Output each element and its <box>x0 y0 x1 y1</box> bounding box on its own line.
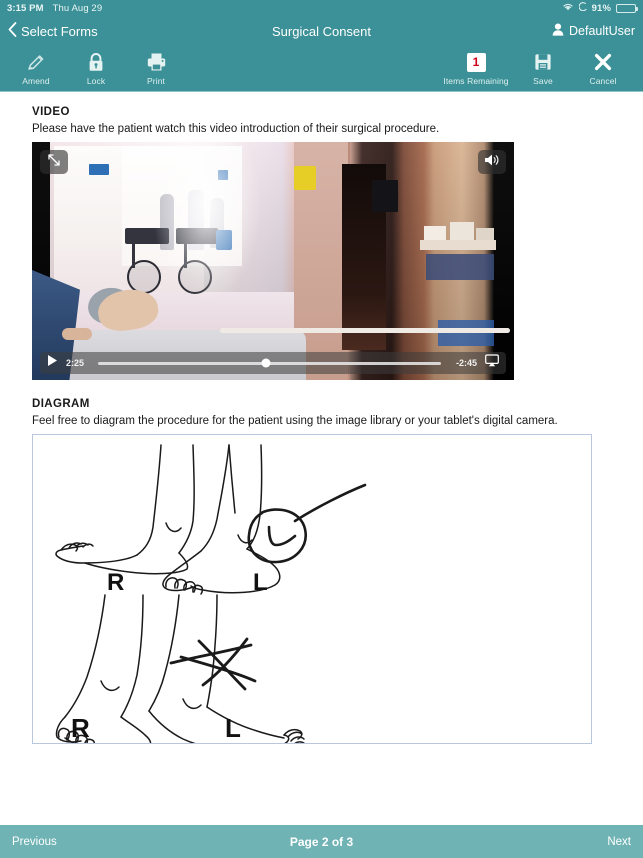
x-cross-icon <box>593 51 613 73</box>
save-label: Save <box>533 76 553 86</box>
video-section-description: Please have the patient watch this video… <box>32 123 440 135</box>
pencil-icon <box>26 51 46 73</box>
items-remaining-button[interactable]: 1 Items Remaining <box>439 51 513 86</box>
video-remaining-time: -2:45 <box>455 358 477 368</box>
print-label: Print <box>147 76 165 86</box>
play-button[interactable] <box>47 354 58 372</box>
status-time: 3:15 PM <box>7 2 44 14</box>
navigation-bar: Select Forms Surgical Consent DefaultUse… <box>0 16 643 46</box>
print-button[interactable]: Print <box>126 51 186 86</box>
video-progress-knob[interactable] <box>261 358 271 368</box>
video-control-bar: 2:25 -2:45 <box>40 352 506 374</box>
printer-icon <box>146 51 167 73</box>
top-figure-left-label: L <box>253 569 268 596</box>
form-content: VIDEO Please have the patient watch this… <box>0 92 643 825</box>
video-section-heading: VIDEO <box>32 106 70 118</box>
video-progress-slider[interactable] <box>98 358 441 368</box>
diagram-section-description: Feel free to diagram the procedure for t… <box>32 415 558 427</box>
chevron-left-icon <box>8 22 17 40</box>
wifi-icon <box>562 2 574 14</box>
back-to-select-forms-button[interactable]: Select Forms <box>8 22 98 40</box>
video-current-time: 2:25 <box>66 358 85 368</box>
diagram-drawing: R L R L <box>55 444 367 743</box>
previous-page-button[interactable]: Previous <box>12 836 57 848</box>
items-remaining-count: 1 <box>466 52 486 72</box>
pagination-bar: Previous Page 2 of 3 Next <box>0 825 643 858</box>
status-right-group: 91% <box>562 2 638 14</box>
video-section: VIDEO Please have the patient watch this… <box>32 106 611 380</box>
expand-arrows-icon <box>47 153 61 172</box>
play-icon <box>47 354 58 372</box>
bottom-figure-right-label: R <box>71 713 90 743</box>
diagram-section: DIAGRAM Feel free to diagram the procedu… <box>32 398 611 744</box>
top-figure-right-label: R <box>107 569 124 596</box>
status-bar: 3:15 PM Thu Aug 29 91% <box>0 0 643 16</box>
diagram-canvas[interactable]: R L R L <box>32 434 592 744</box>
floppy-disk-icon <box>533 51 553 73</box>
lock-button[interactable]: Lock <box>66 51 126 86</box>
feet-side-view-top-figure <box>55 444 281 595</box>
airplay-button[interactable] <box>485 354 499 372</box>
person-icon <box>552 23 564 39</box>
location-arrow-icon <box>578 2 587 14</box>
diagram-section-heading: DIAGRAM <box>32 398 90 410</box>
battery-percent-label: 91% <box>591 2 611 14</box>
lock-label: Lock <box>86 76 106 86</box>
video-volume-button[interactable] <box>478 150 506 174</box>
toolbar-right-group: 1 Items Remaining Save Cancel <box>439 51 643 86</box>
save-button[interactable]: Save <box>513 51 573 86</box>
cancel-label: Cancel <box>589 76 617 86</box>
feet-side-view-bottom-figure <box>55 594 305 743</box>
user-account-button[interactable]: DefaultUser <box>552 23 635 39</box>
amend-button[interactable]: Amend <box>6 51 66 86</box>
battery-icon <box>616 3 638 13</box>
video-expand-button[interactable] <box>40 150 68 174</box>
form-toolbar: Amend Lock Print 1 Items Remaining Save … <box>0 46 643 92</box>
back-button-label: Select Forms <box>21 23 98 39</box>
app-screen: 3:15 PM Thu Aug 29 91% Select Forms Surg… <box>0 0 643 858</box>
lock-icon <box>87 51 105 73</box>
amend-label: Amend <box>22 76 50 86</box>
video-frame-image <box>32 142 514 380</box>
items-remaining-label: Items Remaining <box>443 76 509 86</box>
user-name-label: DefaultUser <box>569 24 635 38</box>
next-page-button[interactable]: Next <box>607 836 631 848</box>
toolbar-left-group: Amend Lock Print <box>0 51 186 86</box>
status-date: Thu Aug 29 <box>52 2 103 14</box>
bottom-figure-left-label: L <box>225 713 241 743</box>
page-indicator: Page 2 of 3 <box>289 834 354 849</box>
video-player[interactable]: 2:25 -2:45 <box>32 142 514 380</box>
airplay-icon <box>485 354 499 372</box>
annotation-circle-with-arrow <box>247 483 367 564</box>
cancel-button[interactable]: Cancel <box>573 51 633 86</box>
items-remaining-badge: 1 <box>466 51 486 73</box>
speaker-volume-icon <box>484 153 500 172</box>
